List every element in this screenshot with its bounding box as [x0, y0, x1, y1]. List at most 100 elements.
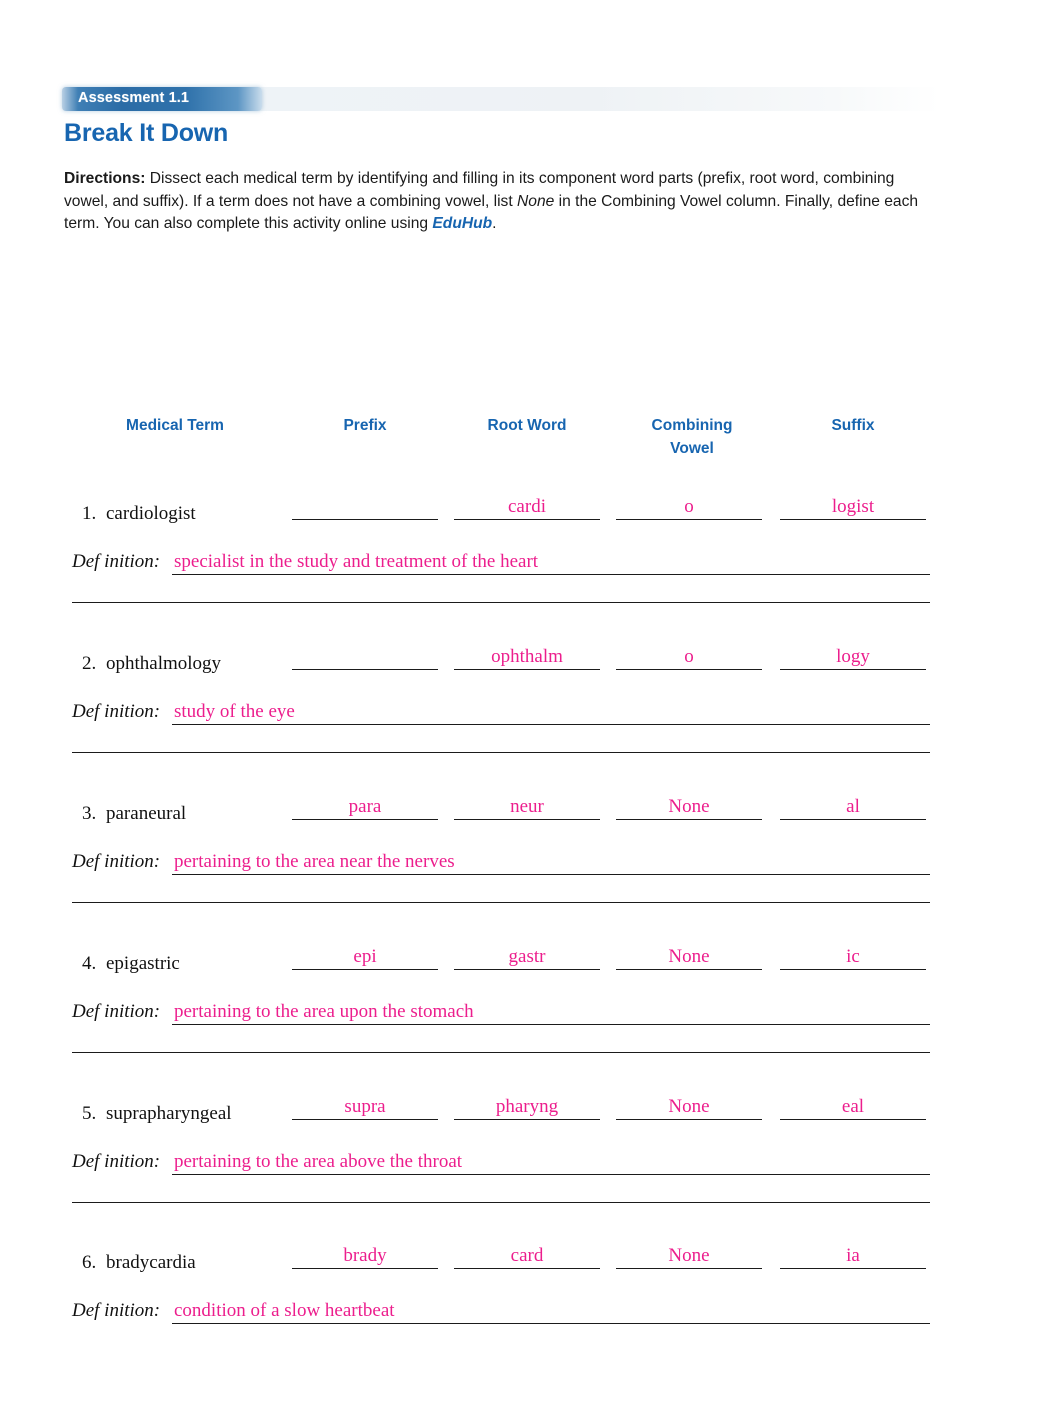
root-word-answer: neur	[510, 796, 544, 817]
medical-term-text: cardiologist	[106, 503, 196, 524]
eduhub-link[interactable]: EduHub	[432, 215, 492, 232]
suffix-blank[interactable]: al	[780, 787, 926, 820]
directions-italic-none: None	[517, 192, 555, 210]
root-word-blank[interactable]: ophthalm	[454, 637, 600, 670]
definition-blank-line-1[interactable]: study of the eye	[172, 693, 930, 725]
root-word-answer: card	[510, 1245, 544, 1266]
row-number: 5.	[82, 1103, 97, 1124]
assessment-banner	[62, 87, 940, 111]
definition-blank-line-1[interactable]: pertaining to the area above the throat	[172, 1143, 930, 1175]
definition-label: Def inition:	[72, 1001, 161, 1022]
definition-answer: pertaining to the area near the nerves	[174, 851, 455, 872]
row-number: 4.	[82, 953, 97, 974]
definition-label: Def inition:	[72, 851, 161, 872]
root-word-answer: ophthalm	[491, 646, 563, 667]
definition-blank-line-2[interactable]	[72, 744, 930, 753]
prefix-answer: epi	[353, 946, 377, 967]
worksheet-row: 1. cardiologist cardi o logist Def initi…	[0, 496, 1062, 653]
worksheet-page: Assessment 1.1 Break It Down Directions:…	[0, 0, 1062, 1330]
prefix-blank[interactable]: supra	[292, 1087, 438, 1120]
root-word-blank[interactable]: cardi	[454, 487, 600, 520]
definition-label: Def inition:	[72, 1300, 161, 1321]
column-header-combining-vowel: Combining Vowel	[616, 414, 768, 460]
suffix-answer: ic	[846, 946, 860, 967]
suffix-answer: al	[846, 796, 860, 817]
medical-term-text: epigastric	[106, 953, 180, 974]
combining-vowel-blank[interactable]: None	[616, 937, 762, 970]
root-word-answer: cardi	[508, 496, 546, 517]
column-header-root-word: Root Word	[487, 417, 567, 434]
definition-label: Def inition:	[72, 701, 161, 722]
prefix-answer: supra	[344, 1096, 386, 1117]
definition-blank-line-1[interactable]: pertaining to the area upon the stomach	[172, 993, 930, 1025]
worksheet-row: 6. bradycardia brady card None ia Def in…	[0, 1245, 1062, 1402]
prefix-blank[interactable]	[292, 487, 438, 520]
definition-blank-line-1[interactable]: specialist in the study and treatment of…	[172, 543, 930, 575]
worksheet-row: 3. paraneural para neur None al Def init…	[0, 796, 1062, 953]
definition-blank-line-2[interactable]	[72, 1194, 930, 1203]
root-word-blank[interactable]: neur	[454, 787, 600, 820]
suffix-answer: eal	[841, 1096, 865, 1117]
worksheet-row: 2. ophthalmology ophthalm o logy Def ini…	[0, 646, 1062, 803]
page-title: Break It Down	[64, 119, 229, 147]
medical-term-text: bradycardia	[106, 1252, 196, 1273]
combining-vowel-blank[interactable]: o	[616, 487, 762, 520]
suffix-answer: logy	[836, 646, 870, 667]
prefix-blank[interactable]: epi	[292, 937, 438, 970]
row-number: 2.	[82, 653, 97, 674]
combining-vowel-blank[interactable]: o	[616, 637, 762, 670]
worksheet-row: 5. suprapharyngeal supra pharyng None ea…	[0, 1096, 1062, 1253]
definition-answer: pertaining to the area upon the stomach	[174, 1001, 474, 1022]
suffix-blank[interactable]: ic	[780, 937, 926, 970]
combining-vowel-answer: None	[668, 1245, 710, 1266]
root-word-blank[interactable]: gastr	[454, 937, 600, 970]
column-header-medical-term: Medical Term	[126, 417, 224, 434]
combining-vowel-blank[interactable]: None	[616, 1236, 762, 1269]
definition-label: Def inition:	[72, 1151, 161, 1172]
medical-term-text: suprapharyngeal	[106, 1103, 232, 1124]
prefix-blank[interactable]	[292, 637, 438, 670]
definition-answer: study of the eye	[174, 701, 295, 722]
medical-term-text: ophthalmology	[106, 653, 222, 674]
definition-label: Def inition:	[72, 551, 161, 572]
definition-answer: condition of a slow heartbeat	[174, 1300, 395, 1321]
definition-blank-line-1[interactable]: condition of a slow heartbeat	[172, 1292, 930, 1324]
suffix-blank[interactable]: logy	[780, 637, 926, 670]
combining-vowel-answer: None	[668, 796, 710, 817]
prefix-answer: para	[348, 796, 382, 817]
column-header-suffix: Suffix	[831, 417, 875, 434]
definition-answer: specialist in the study and treatment of…	[174, 551, 539, 572]
row-number: 3.	[82, 803, 97, 824]
prefix-blank[interactable]: para	[292, 787, 438, 820]
suffix-blank[interactable]: logist	[780, 487, 926, 520]
root-word-answer: pharyng	[495, 1096, 559, 1117]
definition-blank-line-2[interactable]	[72, 594, 930, 603]
row-number: 1.	[82, 503, 97, 524]
definition-answer: pertaining to the area above the throat	[174, 1151, 463, 1172]
definition-blank-line-2[interactable]	[72, 894, 930, 903]
definition-blank-line-2[interactable]	[72, 1044, 930, 1053]
prefix-blank[interactable]: brady	[292, 1236, 438, 1269]
suffix-blank[interactable]: eal	[780, 1087, 926, 1120]
definition-blank-line-1[interactable]: pertaining to the area near the nerves	[172, 843, 930, 875]
root-word-answer: gastr	[508, 946, 546, 967]
suffix-answer: ia	[846, 1245, 860, 1266]
directions-lead: Directions:	[64, 170, 146, 187]
combining-vowel-blank[interactable]: None	[616, 1087, 762, 1120]
suffix-blank[interactable]: ia	[780, 1236, 926, 1269]
combining-vowel-blank[interactable]: None	[616, 787, 762, 820]
assessment-badge-label: Assessment 1.1	[78, 90, 190, 106]
column-header-combining-vowel-line2: Vowel	[670, 440, 714, 457]
prefix-answer: brady	[343, 1245, 387, 1266]
combining-vowel-answer: o	[684, 646, 694, 667]
combining-vowel-answer: None	[668, 946, 710, 967]
column-header-prefix: Prefix	[343, 417, 387, 434]
directions-paragraph: Directions: Dissect each medical term by…	[64, 168, 932, 236]
root-word-blank[interactable]: card	[454, 1236, 600, 1269]
row-number: 6.	[82, 1252, 97, 1273]
combining-vowel-answer: o	[684, 496, 694, 517]
table-column-headers: Medical Term Prefix Root Word Combining V…	[0, 414, 1062, 474]
medical-term-text: paraneural	[106, 803, 187, 824]
directions-text-3: .	[492, 215, 497, 232]
root-word-blank[interactable]: pharyng	[454, 1087, 600, 1120]
